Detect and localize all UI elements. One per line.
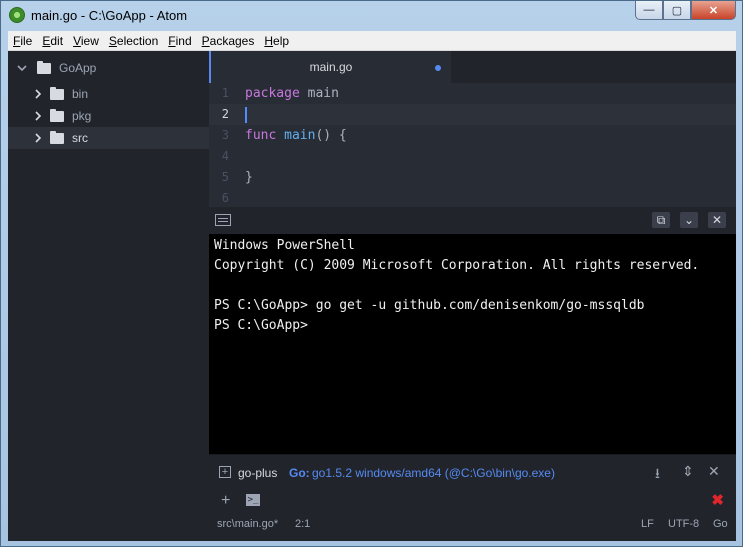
status-cursor-position[interactable]: 2:1 <box>295 518 310 530</box>
chevron-down-icon[interactable]: ⌄ <box>680 212 698 228</box>
editor-pane: main.go 1 package main 2 3 func main() { <box>209 51 736 207</box>
terminal-output[interactable]: Windows PowerShell Copyright (C) 2009 Mi… <box>209 234 736 454</box>
terminal-tab-icon[interactable]: >_ <box>246 494 260 506</box>
menu-packages[interactable]: Packages <box>197 34 260 48</box>
chevron-right-icon <box>35 89 42 99</box>
app-window: main.go - C:\GoApp - Atom — ▢ ✕ File Edi… <box>0 0 743 547</box>
menu-help[interactable]: Help <box>259 34 294 48</box>
window-title: main.go - C:\GoApp - Atom <box>31 8 188 23</box>
code-line: 6 <box>209 188 736 207</box>
tab-title: main.go <box>309 60 353 74</box>
line-content: } <box>245 170 253 185</box>
line-number: 1 <box>221 86 229 100</box>
terminal-prompt: PS C:\GoApp> <box>214 318 308 333</box>
download-icon[interactable]: ⭳ <box>655 463 660 487</box>
tree-view: GoApp bin pkg src <box>8 51 209 541</box>
go-plus-panel: + go-plus Go: go1.5.2 windows/amd64 (@C:… <box>209 454 736 489</box>
line-number: 2 <box>221 107 229 121</box>
status-encoding[interactable]: UTF-8 <box>668 518 699 530</box>
terminal-line: PS C:\GoApp> go get -u github.com/denise… <box>214 298 645 313</box>
text-cursor <box>245 107 247 123</box>
terminal-toolbar: ⧉ ⌄ ✕ <box>209 207 736 234</box>
status-file-path[interactable]: src\main.go* <box>217 518 278 530</box>
code-line: 4 <box>209 146 736 167</box>
line-content: func main() { <box>245 128 347 143</box>
maximize-panel-icon[interactable]: ⧉ <box>652 212 670 228</box>
menu-bar: File Edit View Selection Find Packages H… <box>8 31 736 51</box>
code-editor[interactable]: 1 package main 2 3 func main() { 4 5 } 6 <box>209 83 736 207</box>
chevron-right-icon <box>35 133 42 143</box>
go-version: go1.5.2 windows/amd64 (@C:\Go\bin\go.exe… <box>312 466 555 480</box>
tab-bar: main.go <box>209 51 736 83</box>
close-icon[interactable]: ✕ <box>708 463 720 480</box>
folder-icon <box>50 86 64 100</box>
line-number: 6 <box>221 191 229 205</box>
close-button[interactable]: ✕ <box>691 1 736 20</box>
line-number: 4 <box>221 149 229 163</box>
menu-find[interactable]: Find <box>163 34 196 48</box>
expand-panel-icon[interactable]: + <box>219 466 231 478</box>
line-number: 5 <box>221 170 229 184</box>
status-grammar[interactable]: Go <box>713 518 728 530</box>
line-number: 3 <box>221 128 229 142</box>
modified-indicator[interactable] <box>435 65 441 71</box>
resize-icon[interactable]: ⇕ <box>682 463 694 480</box>
tree-item-bin[interactable]: bin <box>8 83 209 105</box>
tree-item-src[interactable]: src <box>8 127 209 149</box>
minimize-button[interactable]: — <box>635 1 663 20</box>
tree-item-pkg[interactable]: pkg <box>8 105 209 127</box>
code-line: 3 func main() { <box>209 125 736 146</box>
workspace: GoApp bin pkg src main.go 1 package main… <box>8 51 736 541</box>
chevron-down-icon <box>17 65 27 72</box>
code-line-current: 2 <box>209 104 736 125</box>
menu-view[interactable]: View <box>68 34 104 48</box>
terminal-line: Windows PowerShell <box>214 238 355 253</box>
tab-main-go[interactable]: main.go <box>209 51 451 83</box>
folder-icon <box>50 108 64 122</box>
atom-icon <box>9 7 25 23</box>
tree-item-label: src <box>72 131 88 145</box>
window-controls: — ▢ ✕ <box>635 1 736 20</box>
menu-file[interactable]: File <box>8 34 37 48</box>
folder-icon <box>50 130 64 144</box>
add-terminal-icon[interactable]: + <box>221 492 230 510</box>
code-line: 1 package main <box>209 83 736 104</box>
status-bar: + >_ ✖ src\main.go* 2:1 LF UTF-8 Go <box>209 489 736 541</box>
line-content: package main <box>245 86 339 101</box>
tree-item-label: bin <box>72 87 89 101</box>
go-label: Go: <box>289 466 310 480</box>
tree-root-label: GoApp <box>59 61 97 75</box>
close-terminal-icon[interactable]: ✖ <box>711 491 724 509</box>
close-panel-icon[interactable]: ✕ <box>708 212 726 228</box>
go-plus-title: go-plus <box>238 466 278 480</box>
code-line: 5 } <box>209 167 736 188</box>
tree-root-goapp[interactable]: GoApp <box>8 57 209 79</box>
terminal-icon[interactable] <box>215 214 231 226</box>
tree-item-label: pkg <box>72 109 92 123</box>
menu-selection[interactable]: Selection <box>104 34 163 48</box>
title-bar[interactable]: main.go - C:\GoApp - Atom — ▢ ✕ <box>1 1 742 31</box>
terminal-line: Copyright (C) 2009 Microsoft Corporation… <box>214 258 700 273</box>
maximize-button[interactable]: ▢ <box>663 1 691 20</box>
folder-icon <box>37 60 51 74</box>
chevron-right-icon <box>35 111 42 121</box>
menu-edit[interactable]: Edit <box>37 34 68 48</box>
status-line-ending[interactable]: LF <box>641 518 654 530</box>
